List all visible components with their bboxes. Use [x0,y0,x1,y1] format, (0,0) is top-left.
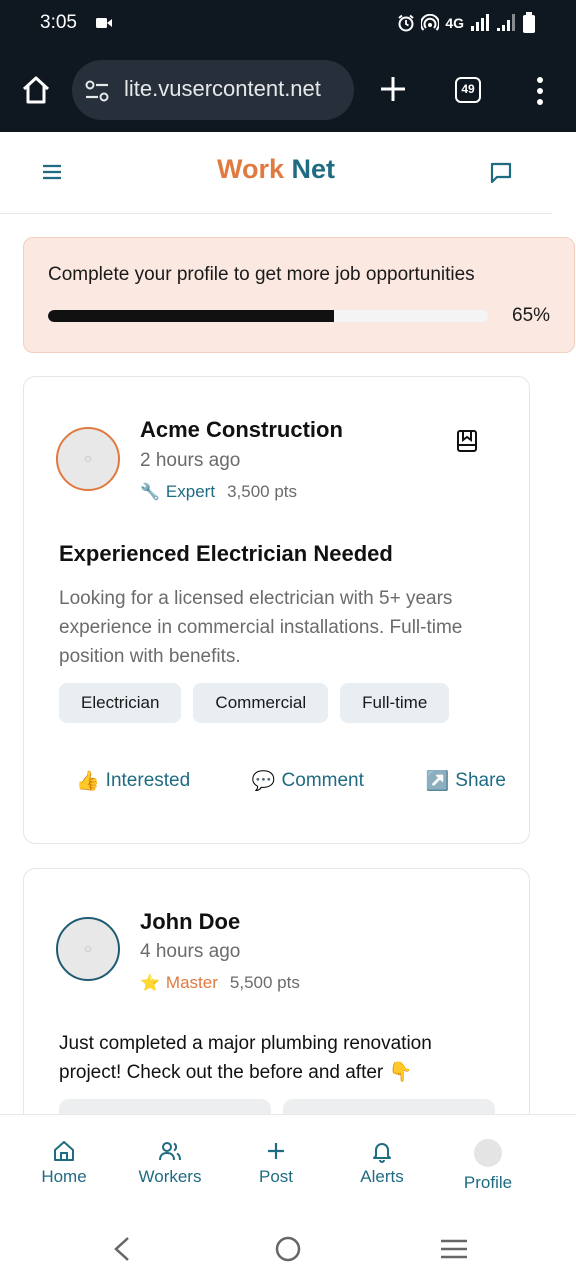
network-type: 4G [445,15,464,31]
recent-apps-icon[interactable] [440,1238,468,1260]
star-icon: ⭐ [140,975,160,992]
post-title[interactable]: Experienced Electrician Needed [59,541,393,567]
bell-icon [373,1143,391,1163]
post-time: 4 hours ago [140,941,241,962]
profile-progress-fill [48,310,334,322]
status-icons: 4G [397,12,536,34]
share-button[interactable]: ↗️ Share [426,769,506,793]
messages-icon[interactable] [488,160,514,186]
nav-profile[interactable]: Profile [435,1139,541,1193]
post-actions: 👍 Interested 💬 Comment ↗️ Share [76,769,506,793]
avatar[interactable] [56,917,120,981]
wrench-icon: 🔧 [140,484,160,501]
thumbs-up-icon: 👍 [76,771,100,792]
post-card[interactable]: Acme Construction 2 hours ago 🔧 Expert 3… [23,376,530,844]
nav-home-label: Home [41,1167,87,1186]
home-icon [54,1141,74,1161]
avatar [474,1139,502,1167]
bottom-navigation: Home Workers Post Alerts Profile [0,1114,576,1212]
poster-name[interactable]: John Doe [140,909,240,935]
rank-label: Master [165,973,218,992]
hotspot-icon [421,14,440,31]
tab-count-button[interactable]: 49 [455,77,481,103]
signal-weak-icon [497,14,515,31]
share-label: Share [455,770,506,791]
share-arrow-icon: ↗️ [425,771,450,792]
rank-badge: ⭐ Master 5,500 pts [140,973,300,993]
url-text: lite.vusercontent.net [124,76,321,101]
post-description: Looking for a licensed electrician with … [59,588,463,667]
profile-progress-bar [48,310,488,322]
nav-alerts[interactable]: Alerts [329,1139,435,1187]
nav-alerts-label: Alerts [360,1167,404,1186]
status-time: 3:05 [40,12,77,33]
comment-button[interactable]: 💬 Comment [252,769,364,793]
nav-profile-label: Profile [463,1173,513,1192]
tag-list: Electrician Commercial Full-time [59,683,450,723]
post-text: Just completed a major plumbing renovati… [59,1033,432,1083]
site-settings-icon[interactable] [84,78,110,104]
speech-bubble-icon: 💬 [251,771,276,792]
more-menu-icon[interactable] [532,76,548,106]
nav-post-label: Post [258,1167,294,1186]
nav-workers-label: Workers [138,1167,202,1186]
bookmark-icon[interactable] [456,429,478,453]
browser-toolbar: lite.vusercontent.net 49 [0,48,576,132]
brand-logo: Work Net [0,154,552,185]
battery-icon [523,12,535,33]
home-circle-icon[interactable] [275,1236,301,1262]
signal-icon [471,14,489,31]
nav-home[interactable]: Home [11,1139,117,1187]
brand-net: Net [291,154,336,184]
profile-completion-message: Complete your profile to get more job op… [48,264,475,285]
points: 3,500 pts [227,482,298,501]
plus-icon [268,1143,284,1159]
avatar[interactable] [56,427,120,491]
interested-button[interactable]: 👍 Interested [76,769,190,793]
tag[interactable]: Commercial [193,683,329,723]
nav-post[interactable]: Post [223,1139,329,1187]
address-bar[interactable]: lite.vusercontent.net [72,60,354,120]
app-header: Work Net [0,132,552,214]
comment-label: Comment [281,770,364,791]
poster-name[interactable]: Acme Construction [140,417,343,443]
profile-completion-banner[interactable]: Complete your profile to get more job op… [23,237,575,353]
home-icon[interactable] [20,74,52,106]
tag[interactable]: Electrician [59,683,182,723]
new-tab-icon[interactable] [378,74,408,104]
points: 5,500 pts [229,973,300,992]
rank-label: Expert [165,482,216,501]
video-camera-icon [96,18,112,28]
status-bar: 3:05 4G [0,0,576,48]
users-icon [159,1142,181,1161]
tag[interactable]: Full-time [340,683,450,723]
back-icon[interactable] [112,1236,132,1262]
profile-progress-percent: 65% [512,305,551,326]
rank-badge: 🔧 Expert 3,500 pts [140,482,297,502]
alarm-icon [398,14,414,32]
interested-label: Interested [105,770,191,791]
brand-work: Work [216,154,284,184]
nav-workers[interactable]: Workers [117,1139,223,1187]
post-time: 2 hours ago [140,450,241,471]
system-navigation-bar [0,1212,576,1280]
